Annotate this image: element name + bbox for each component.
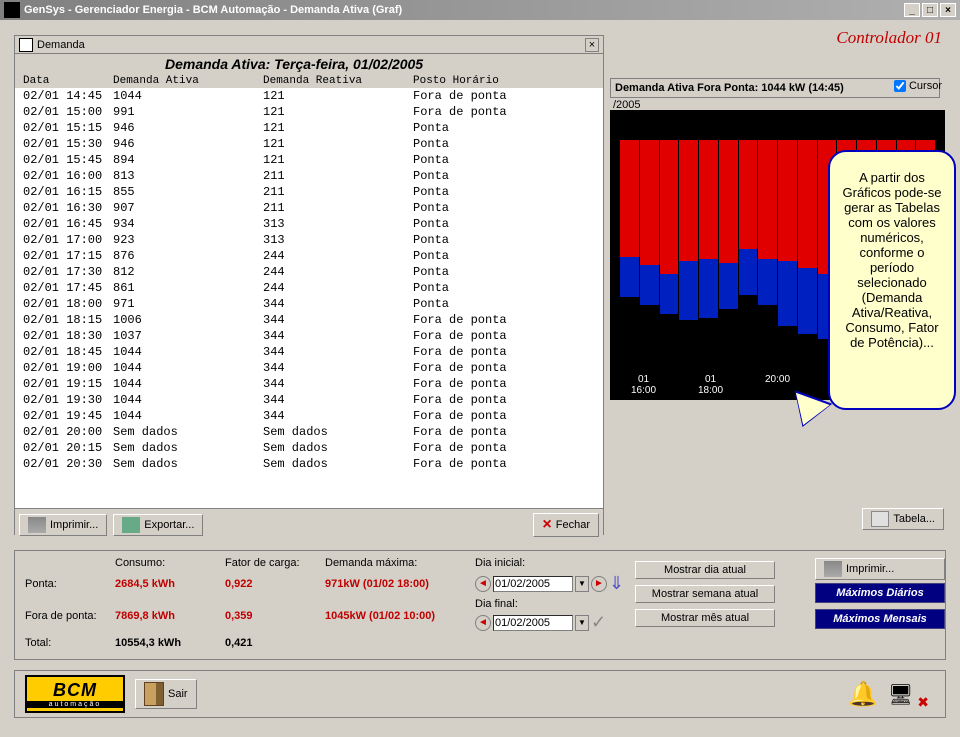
demanda-titlebar: Demanda × bbox=[15, 36, 603, 54]
ponta-demmax: 971kW (01/02 18:00) bbox=[325, 578, 465, 590]
table-row[interactable]: 02/01 20:15Sem dadosSem dadosFora de pon… bbox=[15, 440, 603, 456]
fora-consumo: 7869,8 kWh bbox=[115, 610, 215, 622]
total-fator: 0,421 bbox=[225, 637, 315, 649]
computer-icon[interactable]: 🖥 bbox=[888, 682, 913, 707]
date-fin-prev[interactable]: ◄ bbox=[475, 615, 491, 631]
cursor-checkbox-input[interactable] bbox=[894, 80, 906, 92]
close-icon: × bbox=[542, 516, 551, 534]
col-posto: Posto Horário bbox=[409, 74, 599, 88]
table-row[interactable]: 02/01 19:301044344Fora de ponta bbox=[15, 392, 603, 408]
maximos-diarios-button[interactable]: Máximos Diários bbox=[815, 583, 945, 603]
h-fator: Fator de carga: bbox=[225, 557, 315, 569]
fora-demmax: 1045kW (01/02 10:00) bbox=[325, 610, 465, 622]
date-fin-dropdown[interactable]: ▼ bbox=[575, 615, 589, 631]
ponta-consumo: 2684,5 kWh bbox=[115, 578, 215, 590]
demanda-close-button[interactable]: × bbox=[585, 38, 599, 52]
demanda-footer: Imprimir... Exportar... ×Fechar bbox=[15, 508, 603, 541]
print-button[interactable]: Imprimir... bbox=[19, 514, 107, 536]
total-consumo: 10554,3 kWh bbox=[115, 637, 215, 649]
table-row[interactable]: 02/01 17:00923313Ponta bbox=[15, 232, 603, 248]
bcm-logo: BCM automação bbox=[25, 675, 125, 713]
mostrar-mes-button[interactable]: Mostrar mês atual bbox=[635, 609, 775, 627]
h-demmax: Demanda máxima: bbox=[325, 557, 465, 569]
table-row[interactable]: 02/01 19:151044344Fora de ponta bbox=[15, 376, 603, 392]
info-bar-text: Demanda Ativa Fora Ponta: 1044 kW (14:45… bbox=[615, 82, 844, 94]
row-total-label: Total: bbox=[25, 637, 105, 649]
graph-icon bbox=[19, 38, 33, 52]
red-x-icon: ✖ bbox=[917, 694, 929, 711]
demanda-table-body[interactable]: 02/01 14:451044121Fora de ponta02/01 15:… bbox=[15, 88, 603, 508]
stats-panel: Consumo: Fator de carga: Demanda máxima:… bbox=[14, 550, 946, 660]
table-row[interactable]: 02/01 18:451044344Fora de ponta bbox=[15, 344, 603, 360]
demanda-window: Demanda × Demanda Ativa: Terça-feira, 01… bbox=[14, 35, 604, 535]
close-button[interactable]: × bbox=[940, 3, 956, 17]
imprimir-stats-button[interactable]: Imprimir... bbox=[815, 558, 945, 580]
table-row[interactable]: 02/01 15:30946121Ponta bbox=[15, 136, 603, 152]
check-icon[interactable]: ✓ bbox=[591, 612, 606, 633]
table-row[interactable]: 02/01 16:00813211Ponta bbox=[15, 168, 603, 184]
table-row[interactable]: 02/01 20:30Sem dadosSem dadosFora de pon… bbox=[15, 456, 603, 472]
table-row[interactable]: 02/01 15:45894121Ponta bbox=[15, 152, 603, 168]
maximos-mensais-button[interactable]: Máximos Mensais bbox=[815, 609, 945, 629]
table-row[interactable]: 02/01 14:451044121Fora de ponta bbox=[15, 88, 603, 104]
export-icon bbox=[122, 517, 140, 533]
table-row[interactable]: 02/01 15:15946121Ponta bbox=[15, 120, 603, 136]
demanda-window-title: Demanda bbox=[37, 39, 85, 51]
minimize-button[interactable]: _ bbox=[904, 3, 920, 17]
col-reativa: Demanda Reativa bbox=[259, 74, 409, 88]
table-icon bbox=[871, 511, 889, 527]
date-ini-prev[interactable]: ◄ bbox=[475, 576, 491, 592]
down-arrow-icon[interactable]: ⇓ bbox=[609, 573, 624, 594]
table-row[interactable]: 02/01 16:15855211Ponta bbox=[15, 184, 603, 200]
date-ini-input[interactable] bbox=[493, 576, 573, 592]
fora-fator: 0,359 bbox=[225, 610, 315, 622]
ponta-fator: 0,922 bbox=[225, 578, 315, 590]
date-fin-input[interactable] bbox=[493, 615, 573, 631]
door-icon bbox=[144, 682, 164, 706]
table-row[interactable]: 02/01 16:30907211Ponta bbox=[15, 200, 603, 216]
table-row[interactable]: 02/01 18:301037344Fora de ponta bbox=[15, 328, 603, 344]
table-row[interactable]: 02/01 18:00971344Ponta bbox=[15, 296, 603, 312]
sair-button[interactable]: Sair bbox=[135, 679, 197, 709]
mostrar-semana-button[interactable]: Mostrar semana atual bbox=[635, 585, 775, 603]
window-title: GenSys - Gerenciador Energia - BCM Autom… bbox=[24, 4, 402, 16]
demanda-header: Demanda Ativa: Terça-feira, 01/02/2005 bbox=[15, 54, 603, 74]
print-icon bbox=[28, 517, 46, 533]
app-icon bbox=[4, 2, 20, 18]
h-consumo: Consumo: bbox=[115, 557, 215, 569]
table-row[interactable]: 02/01 16:45934313Ponta bbox=[15, 216, 603, 232]
cursor-checkbox[interactable]: Cursor bbox=[894, 80, 942, 92]
print-icon bbox=[824, 561, 842, 577]
table-row[interactable]: 02/01 19:001044344Fora de ponta bbox=[15, 360, 603, 376]
titlebar: GenSys - Gerenciador Energia - BCM Autom… bbox=[0, 0, 960, 20]
h-diaini: Dia inicial: bbox=[475, 557, 625, 569]
tabela-button[interactable]: Tabela... bbox=[862, 508, 944, 530]
col-ativa: Demanda Ativa bbox=[109, 74, 259, 88]
table-row[interactable]: 02/01 17:15876244Ponta bbox=[15, 248, 603, 264]
info-bar: Demanda Ativa Fora Ponta: 1044 kW (14:45… bbox=[610, 78, 940, 98]
date-ini-dropdown[interactable]: ▼ bbox=[575, 576, 589, 592]
table-row[interactable]: 02/01 17:45861244Ponta bbox=[15, 280, 603, 296]
maximize-button[interactable]: □ bbox=[922, 3, 938, 17]
date-ini-next[interactable]: ► bbox=[591, 576, 607, 592]
table-row[interactable]: 02/01 17:30812244Ponta bbox=[15, 264, 603, 280]
bell-icon[interactable]: 🔔 bbox=[848, 680, 878, 709]
col-data: Data bbox=[19, 74, 109, 88]
controlador-label: Controlador 01 bbox=[836, 28, 942, 48]
export-button[interactable]: Exportar... bbox=[113, 514, 203, 536]
mostrar-dia-button[interactable]: Mostrar dia atual bbox=[635, 561, 775, 579]
table-row[interactable]: 02/01 15:00991121Fora de ponta bbox=[15, 104, 603, 120]
callout-tooltip: A partir dos Gráficos pode-se gerar as T… bbox=[828, 150, 956, 410]
row-fora-label: Fora de ponta: bbox=[25, 610, 105, 622]
table-row[interactable]: 02/01 20:00Sem dadosSem dadosFora de pon… bbox=[15, 424, 603, 440]
bottom-bar: BCM automação Sair 🔔 🖥 ✖ bbox=[14, 670, 946, 718]
row-ponta-label: Ponta: bbox=[25, 578, 105, 590]
table-row[interactable]: 02/01 18:151006344Fora de ponta bbox=[15, 312, 603, 328]
close-table-button[interactable]: ×Fechar bbox=[533, 513, 599, 537]
demanda-column-headers: Data Demanda Ativa Demanda Reativa Posto… bbox=[15, 74, 603, 88]
h-diafin: Dia final: bbox=[475, 598, 625, 610]
table-row[interactable]: 02/01 19:451044344Fora de ponta bbox=[15, 408, 603, 424]
